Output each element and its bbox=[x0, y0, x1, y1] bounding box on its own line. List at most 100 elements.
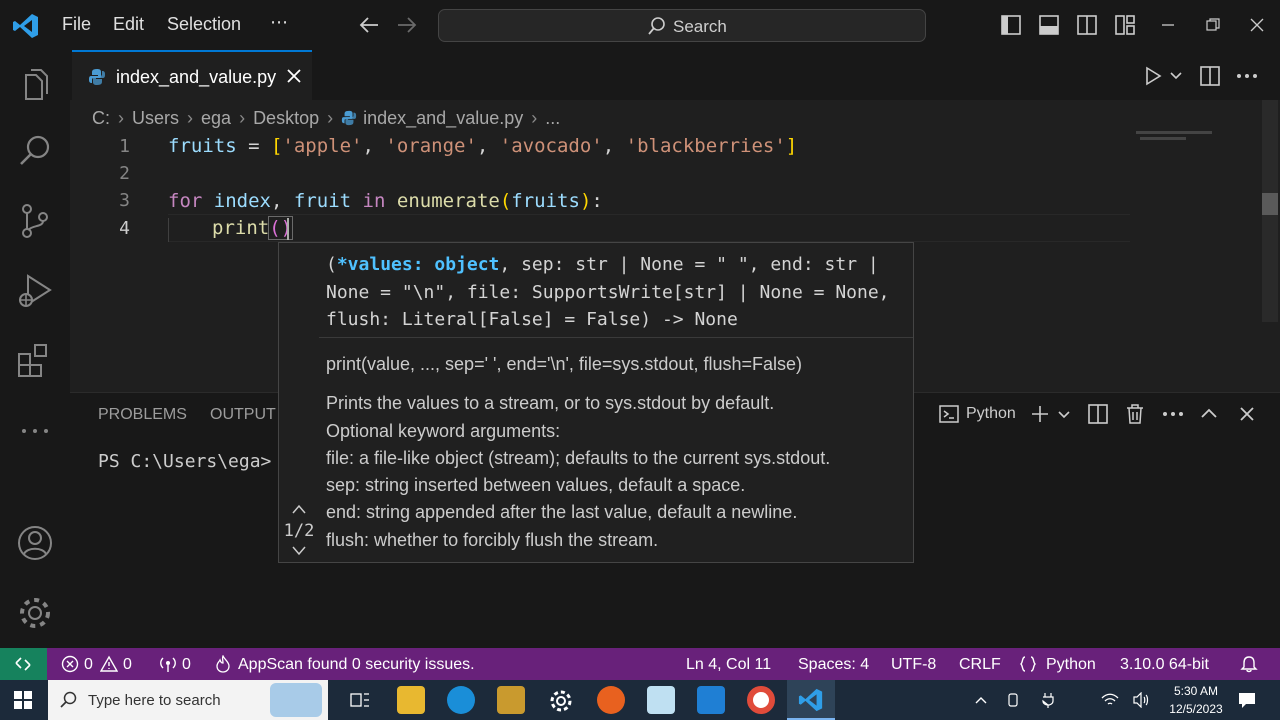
line-number: 3 bbox=[119, 190, 130, 211]
terminal-name[interactable]: Python bbox=[966, 405, 1016, 423]
accounts-icon[interactable] bbox=[14, 522, 56, 564]
panel-more-actions-icon[interactable] bbox=[1162, 404, 1184, 424]
code-line-1[interactable]: fruits = ['apple', 'orange', 'avocado', … bbox=[168, 135, 797, 157]
panel-tab-problems[interactable]: PROBLEMS bbox=[98, 406, 187, 424]
code-token: fruits bbox=[168, 135, 237, 157]
remote-indicator[interactable] bbox=[0, 648, 47, 680]
code-token: for bbox=[168, 190, 203, 212]
signature-part: flush: Literal[False] = False) -> None bbox=[326, 309, 738, 330]
settings-gear-icon[interactable] bbox=[14, 592, 56, 634]
close-panel-icon[interactable] bbox=[1238, 405, 1256, 423]
language-mode[interactable]: Python bbox=[1046, 656, 1096, 674]
windows-start-icon[interactable] bbox=[14, 691, 32, 709]
ports-count[interactable]: 0 bbox=[182, 656, 191, 674]
terminal-prompt[interactable]: PS C:\Users\ega> bbox=[98, 451, 271, 472]
search-icon bbox=[647, 16, 667, 36]
source-control-icon[interactable] bbox=[14, 200, 56, 242]
run-python-file-icon[interactable] bbox=[1143, 66, 1163, 86]
close-tab-icon[interactable] bbox=[286, 68, 302, 84]
scrollbar-thumb[interactable] bbox=[1262, 193, 1278, 215]
forward-arrow-icon[interactable] bbox=[396, 15, 418, 35]
code-token: ] bbox=[785, 135, 798, 157]
minimap[interactable] bbox=[1140, 137, 1186, 140]
breadcrumb-users[interactable]: Users bbox=[132, 108, 179, 129]
new-terminal-plus-icon[interactable] bbox=[1030, 404, 1050, 424]
code-line-4[interactable]: print() bbox=[212, 216, 294, 240]
python-interpreter[interactable]: 3.10.0 64-bit bbox=[1120, 656, 1209, 674]
file-explorer-app-icon[interactable] bbox=[397, 686, 425, 714]
warning-count[interactable]: 0 bbox=[123, 656, 132, 674]
language-braces-icon bbox=[1019, 656, 1037, 672]
run-and-debug-icon[interactable] bbox=[14, 270, 56, 312]
menu-edit[interactable]: Edit bbox=[113, 14, 144, 35]
task-view-icon[interactable] bbox=[350, 691, 370, 709]
breadcrumb-drive[interactable]: C: bbox=[92, 108, 110, 129]
run-options-chevron-down-icon[interactable] bbox=[1169, 69, 1183, 83]
settings-app-gear-icon[interactable] bbox=[548, 688, 574, 714]
menu-selection[interactable]: Selection bbox=[167, 14, 241, 35]
panel-tab-output[interactable]: OUTPUT bbox=[210, 406, 276, 424]
vscode-logo-icon bbox=[12, 12, 40, 40]
breadcrumb-ega[interactable]: ega bbox=[201, 108, 231, 129]
maximize-panel-chevron-up-icon[interactable] bbox=[1200, 405, 1218, 423]
editor-more-actions-icon[interactable] bbox=[1236, 66, 1258, 86]
action-center-icon[interactable] bbox=[1238, 691, 1256, 709]
breadcrumb-desktop[interactable]: Desktop bbox=[253, 108, 319, 129]
tray-device-icon[interactable] bbox=[1005, 692, 1021, 708]
notes-app-icon[interactable] bbox=[647, 686, 675, 714]
error-icon[interactable] bbox=[61, 655, 79, 673]
menu-more[interactable]: ⋯ bbox=[270, 12, 288, 33]
indentation[interactable]: Spaces: 4 bbox=[798, 656, 869, 674]
minimap[interactable] bbox=[1136, 131, 1212, 134]
previous-overload-chevron-up-icon[interactable] bbox=[291, 503, 307, 515]
warning-icon[interactable] bbox=[100, 655, 118, 673]
notifications-bell-icon[interactable] bbox=[1240, 655, 1258, 673]
code-token: , bbox=[362, 135, 386, 157]
back-arrow-icon[interactable] bbox=[358, 15, 380, 35]
taskbar-date[interactable]: 12/5/2023 bbox=[1162, 702, 1230, 716]
explorer-icon[interactable] bbox=[14, 64, 56, 106]
tray-chevron-up-icon[interactable] bbox=[974, 694, 988, 706]
minimize-icon[interactable] bbox=[1159, 16, 1177, 34]
taskbar-search-icon bbox=[60, 691, 78, 709]
end-of-line[interactable]: CRLF bbox=[959, 656, 1001, 674]
kill-terminal-trash-icon[interactable] bbox=[1124, 403, 1146, 425]
cursor-position[interactable]: Ln 4, Col 11 bbox=[686, 656, 771, 674]
appscan-status[interactable]: AppScan found 0 security issues. bbox=[238, 656, 475, 674]
battery-plug-icon[interactable] bbox=[1041, 692, 1055, 708]
vscode-taskbar-button[interactable] bbox=[787, 680, 835, 720]
volume-icon[interactable] bbox=[1133, 692, 1151, 708]
code-line-3[interactable]: for index, fruit in enumerate(fruits): bbox=[168, 190, 603, 212]
search-view-icon[interactable] bbox=[14, 130, 56, 172]
taskbar-time[interactable]: 5:30 AM bbox=[1168, 684, 1224, 698]
next-overload-chevron-down-icon[interactable] bbox=[291, 545, 307, 557]
toggle-panel-icon[interactable] bbox=[1038, 14, 1060, 36]
encoding[interactable]: UTF-8 bbox=[891, 656, 936, 674]
taskbar-app-icon[interactable] bbox=[497, 686, 525, 714]
wifi-icon[interactable] bbox=[1101, 692, 1119, 708]
firefox-app-icon[interactable] bbox=[597, 686, 625, 714]
terminal-options-chevron-down-icon[interactable] bbox=[1057, 408, 1071, 422]
broadcast-icon[interactable] bbox=[158, 655, 178, 673]
split-terminal-icon[interactable] bbox=[1087, 403, 1109, 425]
restore-icon[interactable] bbox=[1204, 16, 1222, 34]
tab-index-and-value-py[interactable]: index_and_value.py bbox=[72, 50, 312, 100]
breadcrumb-symbol[interactable]: ... bbox=[545, 108, 560, 129]
taskbar-search-box[interactable]: Type here to search bbox=[48, 680, 328, 720]
media-app-icon[interactable] bbox=[697, 686, 725, 714]
more-views-icon[interactable] bbox=[14, 410, 56, 452]
toggle-primary-sidebar-icon[interactable] bbox=[1000, 14, 1022, 36]
close-window-icon[interactable] bbox=[1248, 16, 1266, 34]
breadcrumb-separator-icon: › bbox=[327, 107, 334, 128]
breadcrumb-file[interactable]: index_and_value.py bbox=[363, 108, 523, 129]
status-bar: 0 0 0 AppScan found 0 security issues. L… bbox=[0, 648, 1280, 680]
split-editor-icon[interactable] bbox=[1199, 65, 1221, 87]
extensions-icon[interactable] bbox=[14, 340, 56, 382]
menu-file[interactable]: File bbox=[62, 14, 91, 35]
command-search-box[interactable]: Search bbox=[438, 9, 926, 42]
customize-layout-icon[interactable] bbox=[1114, 14, 1136, 36]
toggle-secondary-sidebar-icon[interactable] bbox=[1076, 14, 1098, 36]
error-count[interactable]: 0 bbox=[84, 656, 93, 674]
chrome-app-icon[interactable] bbox=[747, 686, 775, 714]
edge-browser-app-icon[interactable] bbox=[447, 686, 475, 714]
